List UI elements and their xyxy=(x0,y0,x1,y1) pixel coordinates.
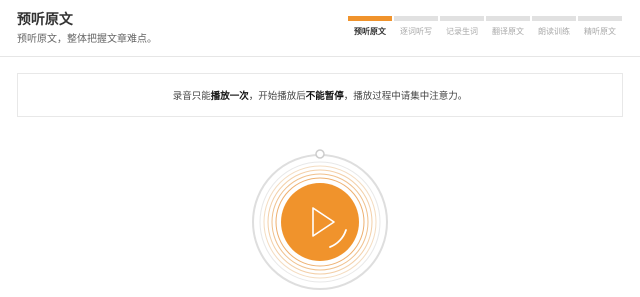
step-bar xyxy=(348,16,392,21)
play-button[interactable] xyxy=(281,183,359,261)
step-bar xyxy=(578,16,622,21)
step-label: 精听原文 xyxy=(584,27,616,36)
step-bar xyxy=(486,16,530,21)
step-label: 朗读训练 xyxy=(538,27,570,36)
step-label: 逐词听写 xyxy=(400,27,432,36)
audio-player xyxy=(0,140,640,293)
notice-text: ，播放过程中请集中注意力。 xyxy=(343,91,468,102)
notice-text: ，开始播放后 xyxy=(248,91,306,102)
step-dictation[interactable]: 逐词听写 xyxy=(394,16,438,37)
player-graphic xyxy=(252,149,388,290)
step-progress: 预听原文 逐词听写 记录生词 翻译原文 朗读训练 精听原文 xyxy=(348,16,622,37)
step-intensive[interactable]: 精听原文 xyxy=(578,16,622,37)
page-title: 预听原文 xyxy=(17,12,73,28)
step-read-aloud[interactable]: 朗读训练 xyxy=(532,16,576,37)
playback-notice: 录音只能 播放一次 ，开始播放后 不能暂停 ，播放过程中请集中注意力。 xyxy=(17,73,623,117)
step-vocabulary[interactable]: 记录生词 xyxy=(440,16,484,37)
step-label: 预听原文 xyxy=(354,27,386,36)
notice-text: 录音只能 xyxy=(172,91,211,102)
page-header: 预听原文 预听原文，整体把握文章难点。 预听原文 逐词听写 记录生词 翻译原文 … xyxy=(0,0,640,57)
notice-emphasis: 播放一次 xyxy=(210,91,249,102)
play-button-circle[interactable] xyxy=(281,183,359,261)
step-preview[interactable]: 预听原文 xyxy=(348,16,392,37)
step-translate[interactable]: 翻译原文 xyxy=(486,16,530,37)
step-bar xyxy=(440,16,484,21)
step-bar xyxy=(532,16,576,21)
step-bar xyxy=(394,16,438,21)
step-label: 翻译原文 xyxy=(492,27,524,36)
step-label: 记录生词 xyxy=(446,27,478,36)
notice-emphasis: 不能暂停 xyxy=(305,91,344,102)
page-subtitle: 预听原文，整体把握文章难点。 xyxy=(17,34,157,45)
progress-handle[interactable] xyxy=(315,149,325,159)
